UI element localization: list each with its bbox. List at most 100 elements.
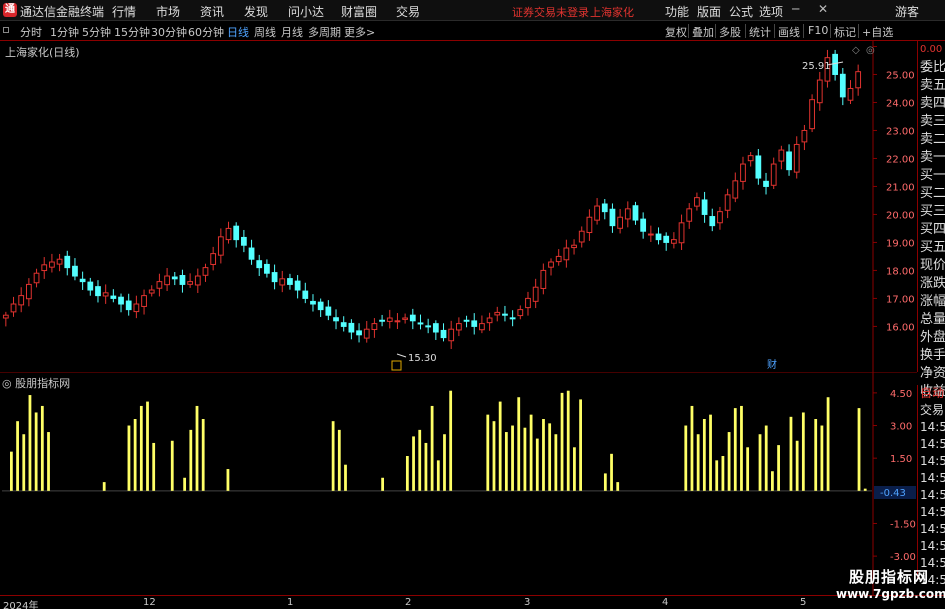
candle-body xyxy=(571,244,577,249)
candle-body xyxy=(2,314,9,319)
indicator-bar xyxy=(405,456,409,491)
toolbar-separator xyxy=(745,24,746,38)
tick-time: 14:56 xyxy=(920,437,945,451)
cai-marker[interactable]: 财 xyxy=(767,358,777,371)
toolbar-tongji[interactable]: 统计 xyxy=(749,24,771,40)
current-stock-name: 上海家化 xyxy=(590,6,634,19)
date-label: 2 xyxy=(405,597,412,608)
tab-30min[interactable]: 30分钟 xyxy=(151,24,187,40)
quote-label-sell3: 卖三 xyxy=(920,114,945,129)
menu-item-jiaoyi[interactable]: 交易 xyxy=(396,3,420,20)
tab-more[interactable]: 更多> xyxy=(344,24,375,40)
candle-body xyxy=(363,328,370,339)
candle-body xyxy=(663,235,670,243)
indicator-bar xyxy=(579,399,582,491)
quote-label-sell5: 卖五 xyxy=(920,78,945,93)
candle-body xyxy=(471,320,478,327)
tab-fenshi[interactable]: 分时 xyxy=(20,24,42,40)
candle-body xyxy=(41,264,48,272)
indicator-bar xyxy=(702,419,706,491)
indicator-bar xyxy=(616,482,620,491)
candle-body xyxy=(217,236,224,256)
price-tick-label: 23.00 xyxy=(886,126,915,137)
quote-label-volume: 总量 xyxy=(920,312,945,327)
tick-time: 14:56 xyxy=(920,539,945,553)
candle-body xyxy=(793,143,800,173)
candle-body xyxy=(386,317,393,322)
minimize-icon[interactable]: ─ xyxy=(792,2,799,16)
tab-monthly[interactable]: 月线 xyxy=(281,24,303,40)
candle-body xyxy=(778,149,785,162)
quote-label-price: 现价 xyxy=(920,258,945,273)
candle-body xyxy=(463,319,470,322)
indicator-bar xyxy=(529,414,533,491)
indicator-bar xyxy=(746,447,750,491)
toolbar-huaxian[interactable]: 画线 xyxy=(778,24,800,40)
indicator-bar xyxy=(554,434,558,491)
tab-daily[interactable]: 日线 xyxy=(227,24,249,40)
indicator-chart[interactable]: 4.50 3.00 1.50 -1.50 -3.00 -0.43 xyxy=(0,372,917,595)
candle-body xyxy=(179,275,186,285)
tab-60min[interactable]: 60分钟 xyxy=(188,24,224,40)
candle-body xyxy=(95,286,101,297)
quote-label-weibi: 委比 xyxy=(920,60,945,75)
tab-15min[interactable]: 15分钟 xyxy=(114,24,150,40)
login-warning[interactable]: 证券交易未登录 xyxy=(512,4,589,20)
panel-toggle-icon[interactable] xyxy=(3,27,9,33)
candle-body xyxy=(348,322,355,333)
candle-body xyxy=(801,129,808,143)
chart-settings-icon[interactable]: ◎ xyxy=(866,45,875,56)
indicator-bar xyxy=(764,425,768,491)
price-tick-label: 18.00 xyxy=(886,266,915,277)
menu-item-gongneng[interactable]: 功能 xyxy=(665,3,689,20)
guest-account[interactable]: 游客 xyxy=(895,3,919,20)
toolbar-add-watchlist[interactable]: +自选 xyxy=(862,24,893,40)
indicator-bar xyxy=(535,438,539,491)
menu-item-wenxiaoda[interactable]: 问小达 xyxy=(288,3,324,20)
diamond-icon[interactable]: ◇ xyxy=(852,45,860,56)
toolbar-biaoji[interactable]: 标记 xyxy=(834,24,856,40)
tab-5min[interactable]: 5分钟 xyxy=(82,24,111,40)
candle-body xyxy=(594,205,600,221)
indicator-bar xyxy=(795,440,799,491)
price-chart[interactable]: 25.00 24.00 23.00 22.00 21.00 20.00 19.00 18.00… xyxy=(0,41,917,372)
menu-item-faxian[interactable]: 发现 xyxy=(244,3,268,20)
menu-item-xuanxiang[interactable]: 选项 xyxy=(759,3,783,20)
indicator-bar xyxy=(740,405,743,491)
tab-weekly[interactable]: 周线 xyxy=(254,24,276,40)
tab-1min[interactable]: 1分钟 xyxy=(50,24,79,40)
candle-body xyxy=(855,71,862,89)
menu-item-caifuquan[interactable]: 财富圈 xyxy=(341,3,377,20)
tick-auto-label[interactable]: 自动 xyxy=(918,385,945,402)
toolbar-diejia[interactable]: 叠加 xyxy=(692,24,714,40)
quote-label-buy4: 买四 xyxy=(920,222,945,237)
toolbar-separator xyxy=(688,24,689,38)
quote-label-net-assets: 净资 xyxy=(920,366,945,381)
indicator-toggle-icon[interactable]: ◎ xyxy=(2,377,12,390)
event-marker-icon[interactable] xyxy=(391,360,402,371)
candle-body xyxy=(240,236,247,246)
candle-body xyxy=(194,275,201,286)
candle-body xyxy=(79,278,86,283)
tab-multi-period[interactable]: 多周期 xyxy=(308,24,341,40)
quote-panel: 0.00 委比 卖五 卖四 卖三 卖二 卖一 买一 买二 买三 买四 买五 现价… xyxy=(917,41,945,399)
candle-body xyxy=(379,319,385,322)
toolbar-separator xyxy=(715,24,716,38)
toolbar-fuquan[interactable]: 复权 xyxy=(665,24,687,40)
menu-item-shichang[interactable]: 市场 xyxy=(156,3,180,20)
indicator-bar xyxy=(771,471,774,491)
indicator-bar xyxy=(814,419,818,491)
candle-body xyxy=(271,272,278,283)
candle-body xyxy=(586,216,593,234)
price-chart-title: 上海家化(日线) xyxy=(5,46,80,59)
menu-item-banmian[interactable]: 版面 xyxy=(697,3,721,20)
toolbar-duogu[interactable]: 多股 xyxy=(719,24,741,40)
menu-item-gongshi[interactable]: 公式 xyxy=(729,3,753,20)
indicator-bar xyxy=(517,397,521,491)
toolbar-f10[interactable]: F10 xyxy=(808,24,828,37)
menu-item-zixun[interactable]: 资讯 xyxy=(200,3,224,20)
candle-body xyxy=(432,323,439,333)
menu-item-hangqing[interactable]: 行情 xyxy=(112,3,136,20)
close-icon[interactable]: ✕ xyxy=(818,2,828,16)
quote-label-buy3: 买三 xyxy=(920,204,945,219)
